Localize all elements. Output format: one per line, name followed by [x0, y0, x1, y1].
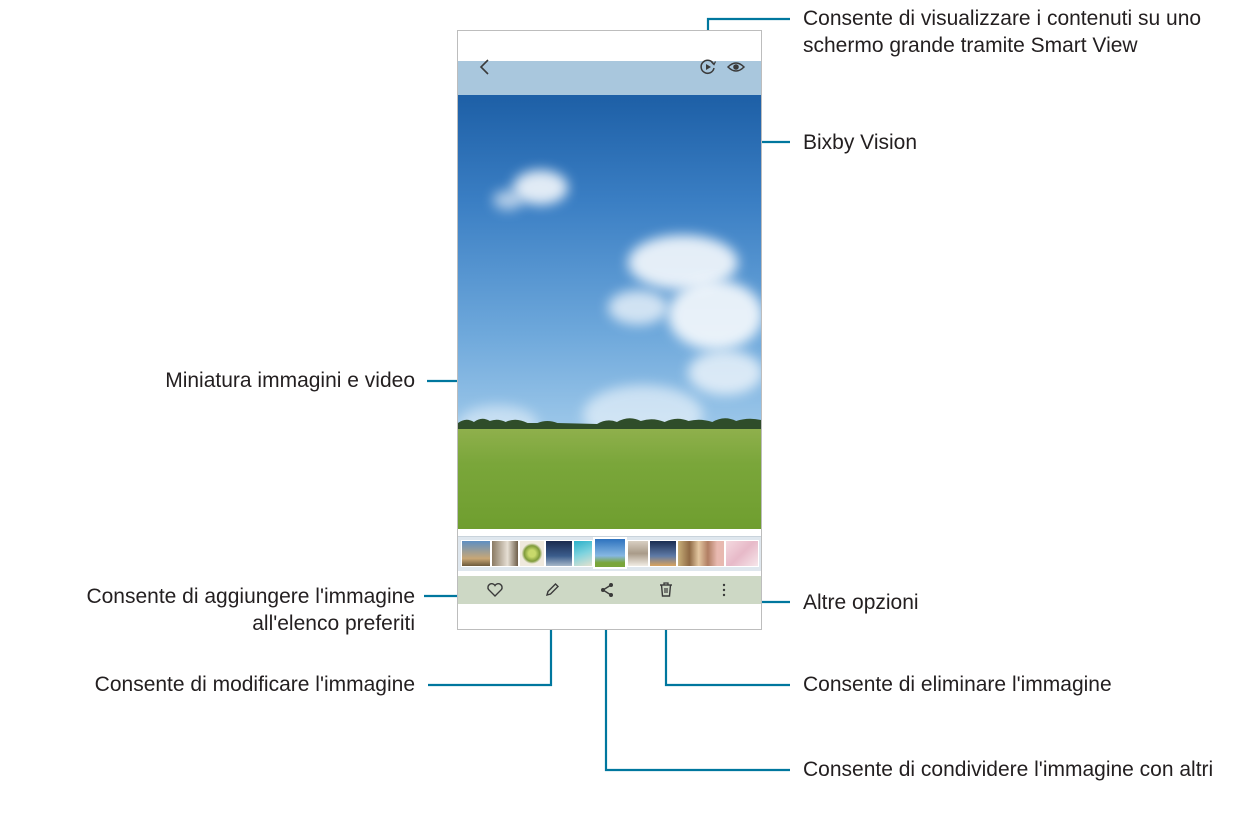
- smart-view-icon[interactable]: [699, 58, 717, 76]
- thumbnail-8[interactable]: [649, 540, 677, 567]
- thumbnail-1[interactable]: [461, 540, 491, 567]
- main-photo: [458, 95, 761, 529]
- thumbnail-5[interactable]: [573, 540, 593, 567]
- callout-bixby-vision: Bixby Vision: [803, 131, 918, 154]
- callout-more-options: Altre opzioni: [803, 591, 919, 614]
- thumbnail-9[interactable]: [677, 540, 725, 567]
- thumbnail-7[interactable]: [627, 540, 649, 567]
- heart-icon[interactable]: [484, 579, 506, 601]
- callout-favorites: Consente di aggiungere l'immagine all'el…: [86, 585, 415, 635]
- callout-smart-view: Consente di visualizzare i contenuti su …: [803, 7, 1202, 57]
- callout-thumbnails: Miniatura immagini e video: [165, 369, 415, 392]
- back-icon[interactable]: [478, 57, 492, 77]
- thumbnail-3[interactable]: [519, 540, 545, 567]
- thumbnail-strip: [458, 536, 761, 571]
- pencil-icon[interactable]: [541, 579, 563, 601]
- callout-edit: Consente di modificare l'immagine: [94, 673, 415, 696]
- more-options-icon[interactable]: [713, 579, 735, 601]
- bottom-toolbar: [458, 576, 761, 604]
- phone-screen: [457, 30, 762, 630]
- callout-delete: Consente di eliminare l'immagine: [803, 673, 1112, 696]
- callout-share: Consente di condividere l'immagine con a…: [803, 758, 1214, 781]
- share-icon[interactable]: [596, 579, 618, 601]
- thumbnail-6[interactable]: [593, 537, 627, 569]
- thumbnail-4[interactable]: [545, 540, 573, 567]
- thumbnail-10[interactable]: [725, 540, 759, 567]
- thumbnail-2[interactable]: [491, 540, 519, 567]
- bixby-vision-icon[interactable]: [726, 58, 746, 76]
- trash-icon[interactable]: [655, 579, 677, 601]
